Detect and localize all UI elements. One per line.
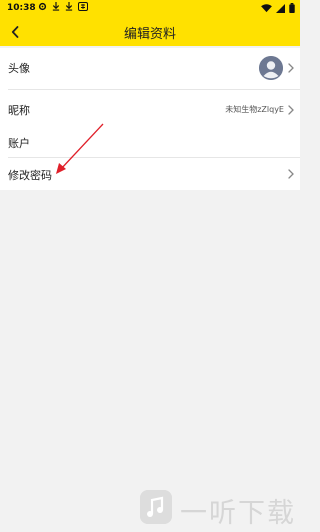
- music-note-logo: [140, 490, 172, 524]
- watermark: 一听下载: [140, 485, 300, 531]
- watermark-text: 一听下载: [180, 498, 296, 529]
- red-arrow-annotation: [56, 123, 104, 174]
